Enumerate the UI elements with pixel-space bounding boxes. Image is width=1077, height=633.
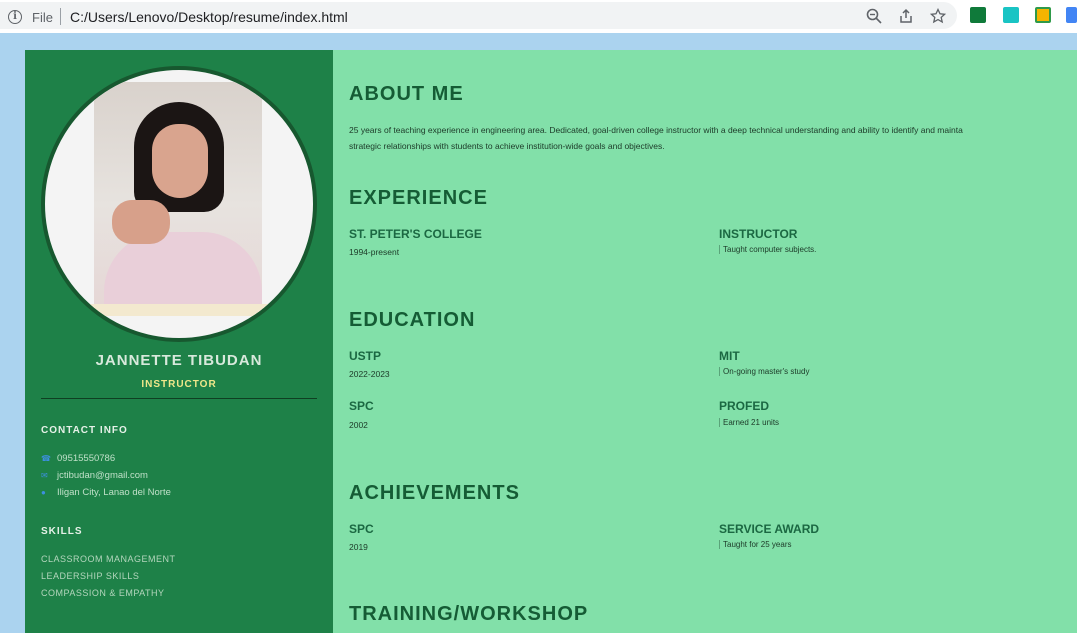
contact-phone: ☎ 09515550786 xyxy=(41,453,115,464)
education-title: PROFED xyxy=(719,399,770,413)
url-separator xyxy=(60,8,61,25)
education-title: MIT xyxy=(719,349,740,363)
education-year: 2022-2023 xyxy=(349,369,390,379)
profile-photo xyxy=(41,66,317,342)
achievement-award: SERVICE AWARD xyxy=(719,522,820,536)
profile-name: JANNETTE TIBUDAN xyxy=(95,352,263,369)
achievement-description: Taught for 25 years xyxy=(719,540,791,549)
photo-image xyxy=(94,82,262,312)
file-label: File xyxy=(32,10,53,25)
email-text: jctibudan@gmail.com xyxy=(57,470,148,481)
skill-item: LEADERSHIP SKILLS xyxy=(41,571,140,581)
education-heading: EDUCATION xyxy=(349,309,476,331)
achievements-heading: ACHIEVEMENTS xyxy=(349,482,520,504)
achievement-school: SPC xyxy=(349,522,374,536)
address-bar[interactable]: i File C:/Users/Lenovo/Desktop/resume/in… xyxy=(0,2,957,29)
phone-text: 09515550786 xyxy=(57,453,116,464)
grid-extension-icon[interactable] xyxy=(1003,7,1019,23)
share-icon[interactable] xyxy=(897,8,915,26)
sidebar-divider xyxy=(41,398,317,399)
education-year: 2002 xyxy=(349,420,368,430)
skill-item: CLASSROOM MANAGEMENT xyxy=(41,554,176,564)
table-extension-icon[interactable] xyxy=(1035,7,1051,23)
experience-position: INSTRUCTOR xyxy=(719,227,798,241)
skills-heading: SKILLS xyxy=(41,526,83,537)
experience-heading: EXPERIENCE xyxy=(349,187,488,209)
photo-face xyxy=(152,124,208,198)
browser-toolbar: i File C:/Users/Lenovo/Desktop/resume/in… xyxy=(0,0,1077,33)
skill-item: COMPASSION & EMPATHY xyxy=(41,588,165,598)
achievement-year: 2019 xyxy=(349,542,368,552)
contact-address: ● Iligan City, Lanao del Norte xyxy=(41,487,171,498)
education-description: Earned 21 units xyxy=(719,418,779,427)
photo-hand xyxy=(112,200,170,244)
sidebar: JANNETTE TIBUDAN INSTRUCTOR CONTACT INFO… xyxy=(25,50,333,633)
sheets-extension-icon[interactable] xyxy=(970,7,986,23)
bookmark-star-icon[interactable] xyxy=(929,7,947,26)
phone-icon: ☎ xyxy=(41,454,51,463)
zoom-out-icon[interactable] xyxy=(865,8,883,26)
contact-heading: CONTACT INFO xyxy=(41,425,128,436)
url-text[interactable]: C:/Users/Lenovo/Desktop/resume/index.htm… xyxy=(70,9,348,25)
about-line-1: 25 years of teaching experience in engin… xyxy=(349,125,963,135)
experience-school: ST. PETER'S COLLEGE xyxy=(349,227,482,241)
resume-page: JANNETTE TIBUDAN INSTRUCTOR CONTACT INFO… xyxy=(25,50,1077,633)
education-title: SPC xyxy=(349,399,374,413)
envelope-icon: ✉ xyxy=(41,471,48,480)
experience-description: Taught computer subjects. xyxy=(719,245,816,254)
info-icon[interactable]: i xyxy=(8,10,22,24)
contact-email: ✉ jctibudan@gmail.com xyxy=(41,470,148,481)
education-description: On-going master's study xyxy=(719,367,809,376)
about-line-2: strategic relationships with students to… xyxy=(349,141,665,151)
photo-shirt xyxy=(104,232,262,312)
map-pin-icon: ● xyxy=(41,488,46,497)
about-heading: ABOUT ME xyxy=(349,83,464,105)
profile-role: INSTRUCTOR xyxy=(141,379,217,390)
photo-strip xyxy=(45,304,313,316)
extension-icon[interactable] xyxy=(1066,7,1077,23)
experience-years: 1994-present xyxy=(349,247,400,257)
education-title: USTP xyxy=(349,349,382,363)
address-text: Iligan City, Lanao del Norte xyxy=(57,487,171,498)
about-text: 25 years of teaching experience in engin… xyxy=(349,122,1077,154)
training-heading: TRAINING/WORKSHOP xyxy=(349,603,589,625)
